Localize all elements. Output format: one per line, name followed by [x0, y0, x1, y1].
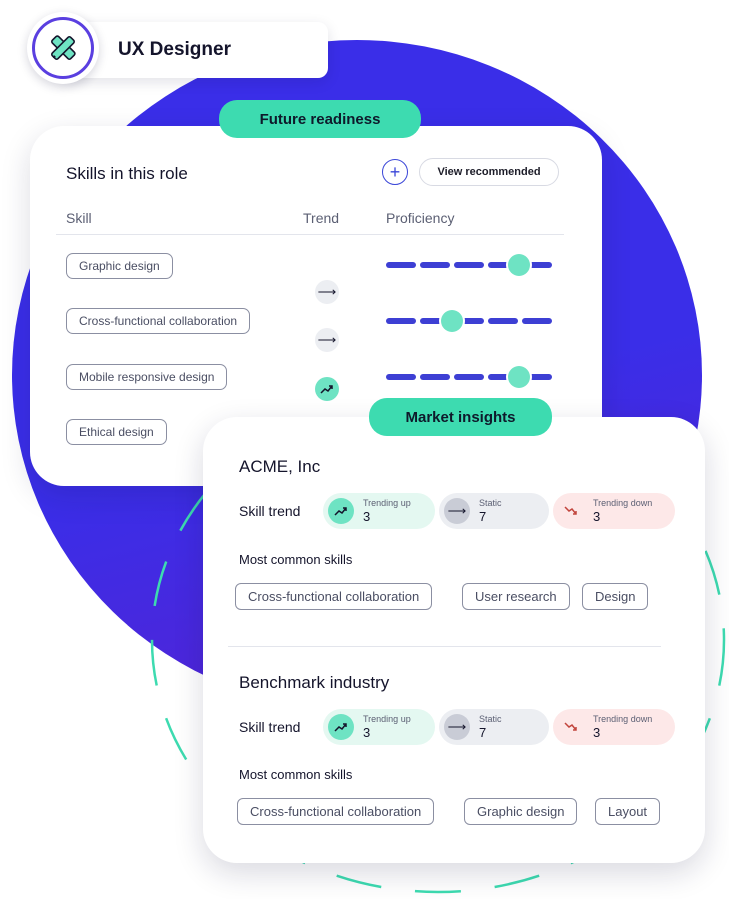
static-stat: ⟶ Static 7 [439, 709, 549, 745]
trending-down-icon [558, 714, 584, 740]
trending-up-stat: Trending up 3 [323, 493, 435, 529]
common-skill-tag[interactable]: Cross-functional collaboration [235, 583, 433, 610]
stat-value: 7 [479, 509, 487, 524]
market-insights-badge: Market insights [369, 398, 552, 436]
static-stat: ⟶ Static 7 [439, 493, 549, 529]
common-skill-tag[interactable]: User research [462, 583, 570, 610]
trending-up-icon [315, 377, 339, 401]
skill-tag[interactable]: Ethical design [66, 419, 167, 445]
proficiency-segment [386, 374, 416, 380]
proficiency-handle[interactable] [441, 310, 464, 332]
stat-value: 3 [593, 725, 601, 740]
skill-trend-label: Skill trend [239, 503, 301, 519]
skill-tag[interactable]: Cross-functional collaboration [66, 308, 251, 334]
proficiency-handle[interactable] [507, 366, 530, 388]
common-skill-tag[interactable]: Layout [595, 798, 661, 825]
proficiency-segment [420, 262, 450, 268]
stat-value: 7 [479, 725, 487, 740]
section-title-benchmark: Benchmark industry [239, 673, 390, 692]
view-recommended-button[interactable]: View recommended [419, 158, 559, 186]
proficiency-segment [386, 318, 416, 324]
column-header-skill: Skill [66, 210, 92, 226]
trending-up-stat: Trending up 3 [323, 709, 435, 745]
future-readiness-badge: Future readiness [219, 100, 421, 138]
skill-tag[interactable]: Graphic design [66, 253, 173, 279]
stat-label: Static [479, 714, 502, 724]
proficiency-handle[interactable] [507, 254, 530, 276]
stat-value: 3 [363, 725, 371, 740]
trending-up-icon [328, 498, 354, 524]
stat-label: Trending up [363, 498, 411, 508]
proficiency-segment [386, 262, 416, 268]
proficiency-slider[interactable] [386, 366, 556, 388]
stat-label: Static [479, 498, 502, 508]
role-header: UX Designer [60, 22, 328, 78]
arrow-right-icon: ⟶ [444, 714, 470, 740]
plus-icon[interactable]: + [382, 159, 408, 185]
common-skill-tag[interactable]: Design [582, 583, 649, 610]
column-header-proficiency: Proficiency [386, 210, 455, 226]
proficiency-segment [522, 318, 552, 324]
common-skill-tag[interactable]: Cross-functional collaboration [237, 798, 435, 825]
common-skills-label: Most common skills [239, 552, 353, 567]
stat-label: Trending up [363, 714, 411, 724]
skill-tag[interactable]: Mobile responsive design [66, 364, 228, 390]
arrow-right-icon: ⟶ [315, 328, 339, 352]
stat-value: 3 [363, 509, 371, 524]
trending-up-icon [328, 714, 354, 740]
column-header-trend: Trend [303, 210, 340, 226]
proficiency-segment [420, 374, 450, 380]
skills-card-title: Skills in this role [66, 164, 188, 183]
common-skill-tag[interactable]: Graphic design [464, 798, 578, 825]
market-insights-card: ACME, Inc Skill trend Trending up 3 ⟶ St… [203, 417, 705, 863]
stat-label: Trending down [593, 498, 653, 508]
common-skills-label: Most common skills [239, 767, 353, 782]
section-divider [228, 646, 661, 647]
section-title-company: ACME, Inc [239, 457, 321, 476]
role-title: UX Designer [118, 39, 231, 60]
trending-down-stat: Trending down 3 [553, 709, 675, 745]
arrow-right-icon: ⟶ [444, 498, 470, 524]
stat-label: Trending down [593, 714, 653, 724]
proficiency-slider[interactable] [386, 310, 556, 332]
proficiency-segment [488, 318, 518, 324]
stat-value: 3 [593, 509, 601, 524]
proficiency-segment [454, 262, 484, 268]
skill-trend-label: Skill trend [239, 719, 301, 735]
trending-down-icon [558, 498, 584, 524]
trending-down-stat: Trending down 3 [553, 493, 675, 529]
proficiency-segment [454, 374, 484, 380]
design-tools-icon [27, 12, 99, 84]
header-divider [56, 234, 564, 235]
arrow-right-icon: ⟶ [315, 280, 339, 304]
proficiency-slider[interactable] [386, 254, 556, 276]
